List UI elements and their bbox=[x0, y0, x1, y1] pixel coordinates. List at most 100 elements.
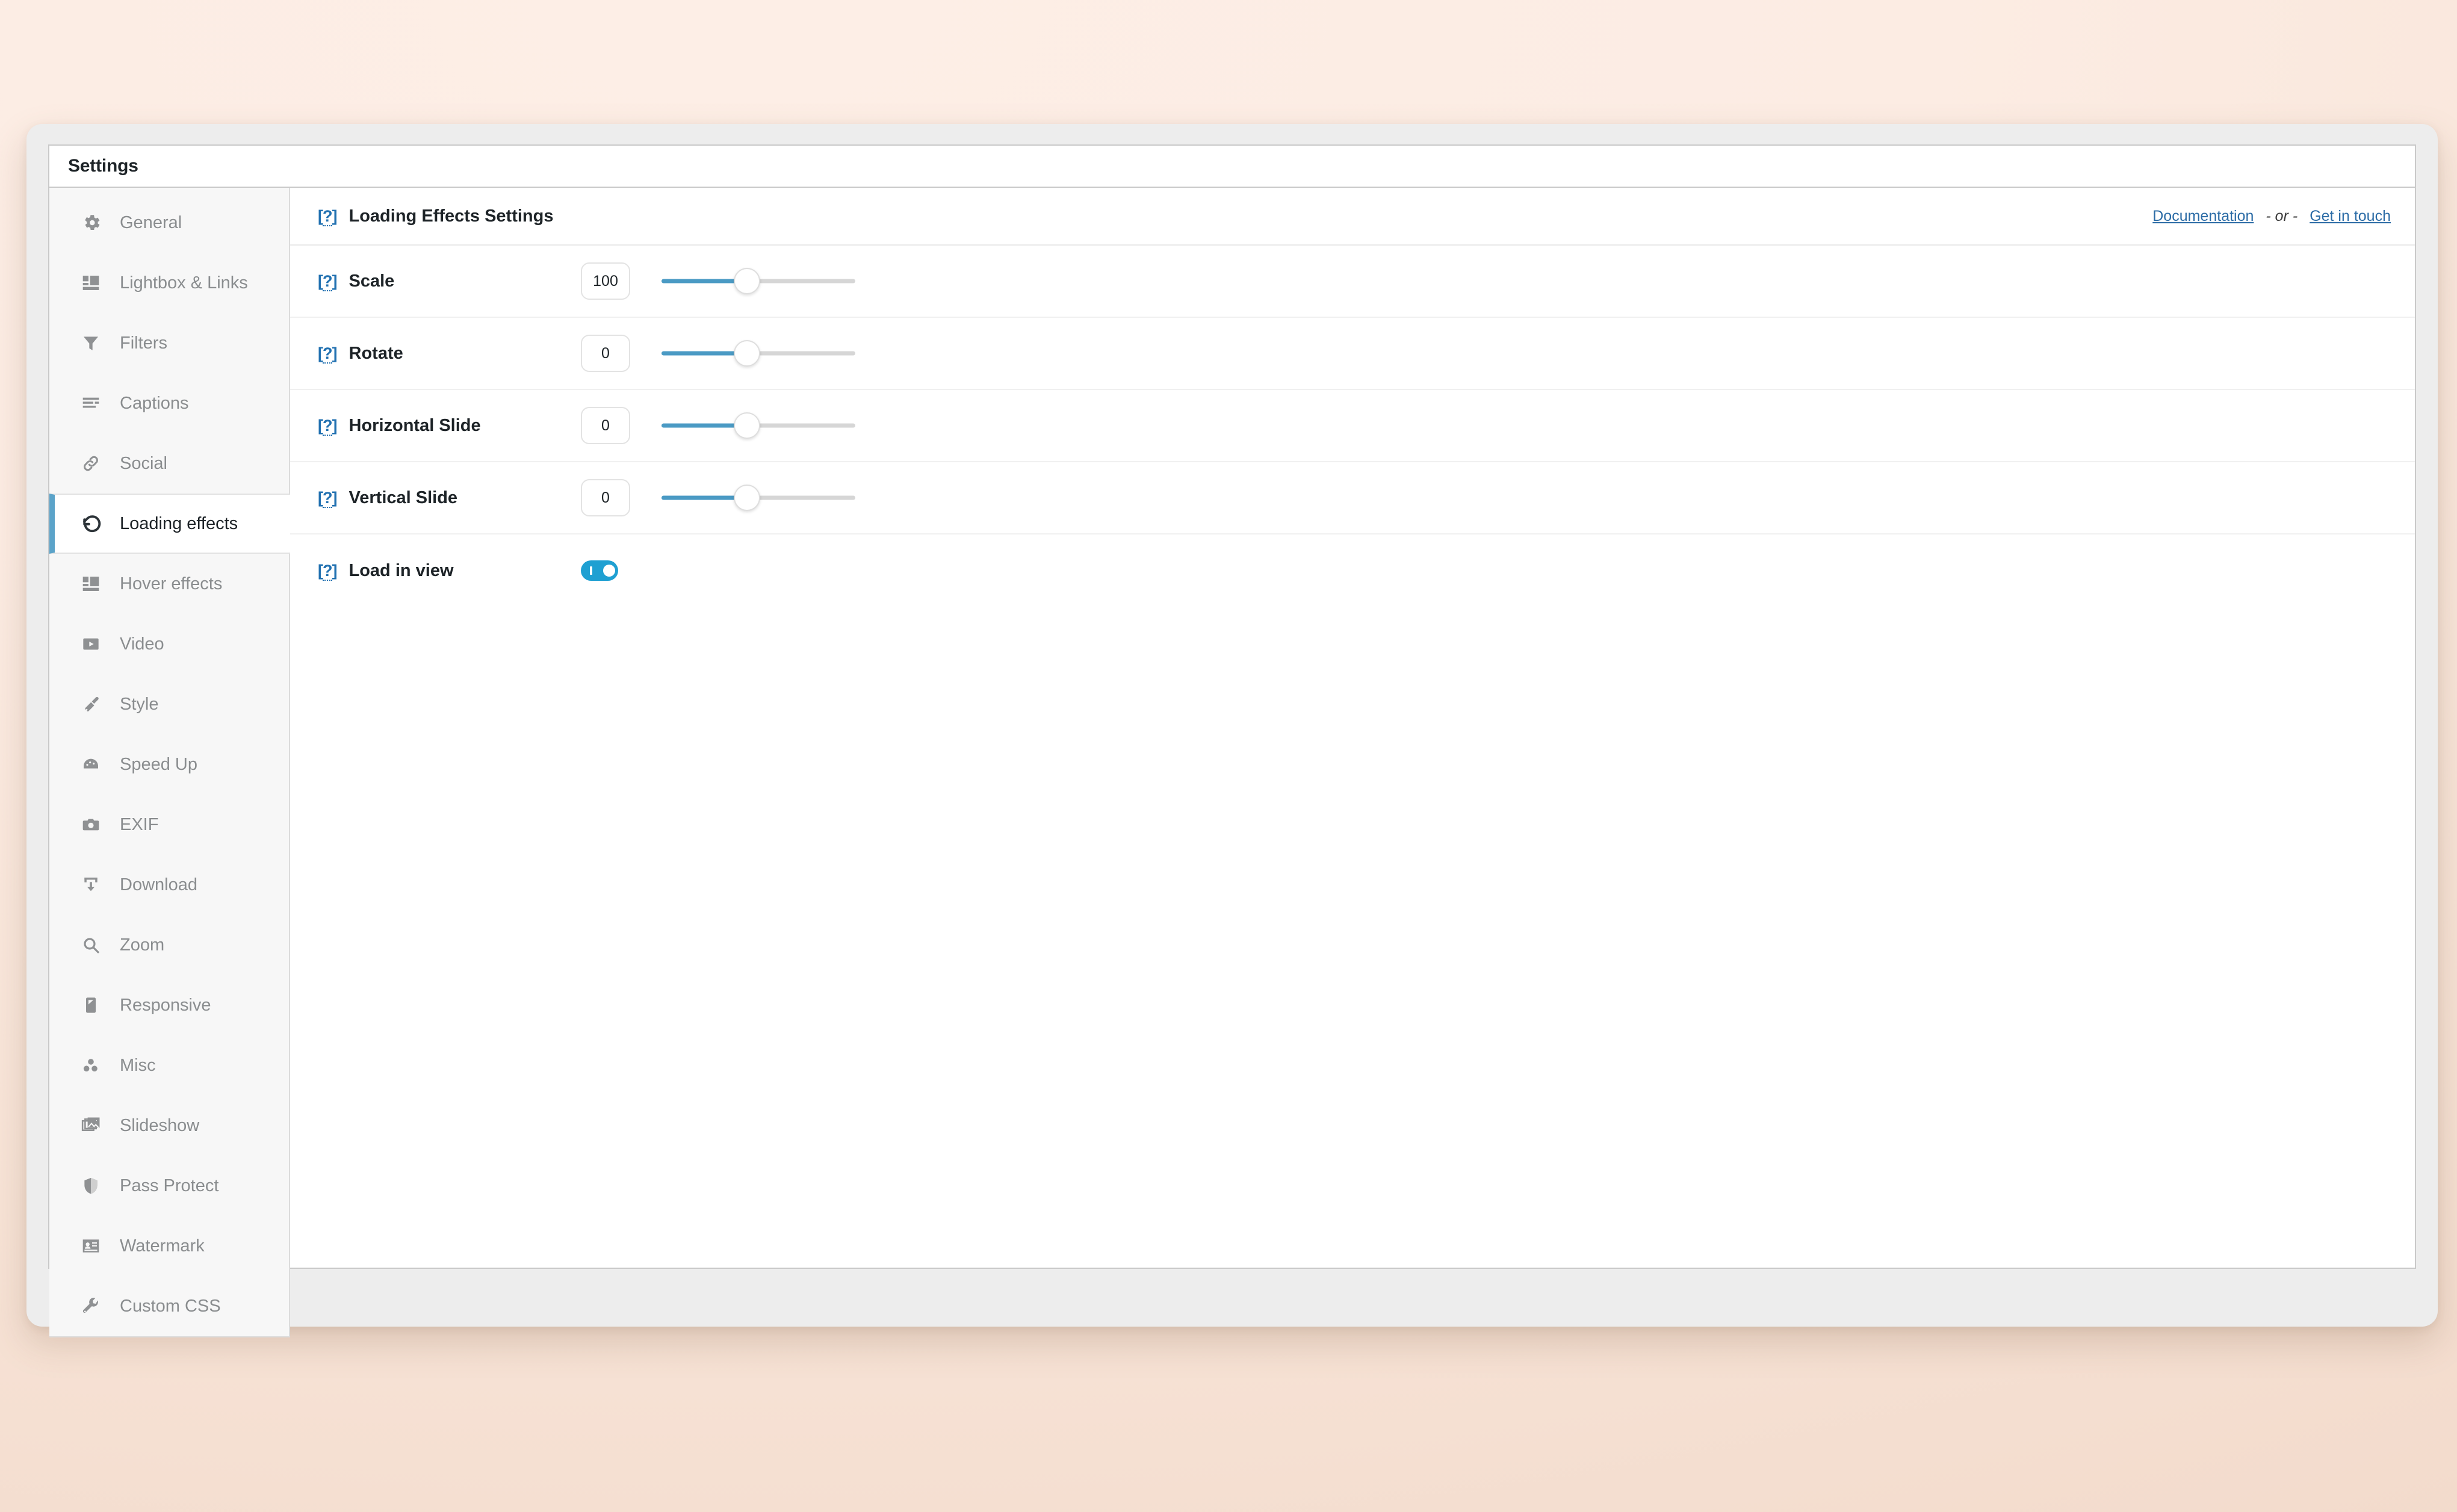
content-header-row: [?] Loading Effects Settings Documentati… bbox=[290, 188, 2415, 246]
sidebar-item-responsive[interactable]: Responsive bbox=[49, 975, 289, 1035]
sidebar-item-label: Social bbox=[120, 453, 167, 473]
vertical-slide-input[interactable] bbox=[581, 479, 630, 516]
setting-row-load-in-view: [?] Load in view bbox=[290, 534, 2415, 607]
setting-label: Rotate bbox=[349, 343, 403, 363]
sidebar-item-label: EXIF bbox=[120, 814, 159, 834]
sidebar-item-speed-up[interactable]: Speed Up bbox=[49, 734, 289, 795]
documentation-link[interactable]: Documentation bbox=[2152, 208, 2254, 225]
sidebar-item-hover-effects[interactable]: Hover effects bbox=[49, 554, 289, 614]
sidebar-item-watermark[interactable]: Watermark bbox=[49, 1216, 289, 1276]
scale-slider[interactable] bbox=[662, 264, 855, 298]
sidebar-item-filters[interactable]: Filters bbox=[49, 313, 289, 373]
help-icon[interactable]: [?] bbox=[318, 488, 337, 508]
gear-icon bbox=[81, 212, 108, 233]
sidebar-item-label: Responsive bbox=[120, 995, 211, 1015]
gauge-icon bbox=[81, 755, 108, 774]
id-card-icon bbox=[81, 1236, 108, 1256]
play-box-icon bbox=[81, 634, 108, 654]
camera-icon bbox=[81, 815, 108, 834]
setting-row-vertical-slide: [?] Vertical Slide bbox=[290, 462, 2415, 534]
setting-label: Vertical Slide bbox=[349, 488, 458, 507]
sidebar-item-slideshow[interactable]: Slideshow bbox=[49, 1095, 289, 1156]
images-stack-icon bbox=[81, 1115, 108, 1136]
sidebar-item-misc[interactable]: Misc bbox=[49, 1035, 289, 1095]
or-separator: - or - bbox=[2266, 207, 2298, 225]
horizontal-slide-input[interactable] bbox=[581, 407, 630, 444]
toggle-knob bbox=[603, 565, 615, 577]
help-icon[interactable]: [?] bbox=[318, 271, 337, 291]
sidebar-item-label: Loading effects bbox=[120, 513, 238, 533]
sidebar-item-label: Lightbox & Links bbox=[120, 273, 248, 293]
app-window: Settings General Lightbox & Links Filter… bbox=[26, 124, 2438, 1337]
sidebar-item-pass-protect[interactable]: Pass Protect bbox=[49, 1156, 289, 1216]
sidebar-item-label: Filters bbox=[120, 333, 167, 353]
vertical-slide-slider[interactable] bbox=[662, 481, 855, 515]
text-lines-icon bbox=[81, 394, 108, 413]
horizontal-slide-slider[interactable] bbox=[662, 409, 855, 442]
toggle-on-bar bbox=[590, 566, 592, 575]
setting-label: Scale bbox=[349, 271, 395, 291]
get-in-touch-link[interactable]: Get in touch bbox=[2310, 208, 2391, 225]
sidebar-item-style[interactable]: Style bbox=[49, 674, 289, 734]
sidebar-item-label: Speed Up bbox=[120, 754, 197, 774]
layout-icon bbox=[81, 273, 108, 293]
section-title: Loading Effects Settings bbox=[349, 206, 554, 226]
funnel-icon bbox=[81, 333, 108, 353]
settings-content: [?] Loading Effects Settings Documentati… bbox=[290, 188, 2415, 1268]
help-icon[interactable]: [?] bbox=[318, 344, 337, 364]
shield-icon bbox=[81, 1176, 108, 1195]
sidebar-item-label: Style bbox=[120, 694, 159, 714]
rotate-slider[interactable] bbox=[662, 336, 855, 370]
sidebar-item-label: Custom CSS bbox=[120, 1296, 221, 1316]
sidebar-item-label: Video bbox=[120, 634, 164, 654]
sidebar-item-label: Pass Protect bbox=[120, 1176, 219, 1195]
setting-label: Load in view bbox=[349, 560, 454, 580]
sidebar-item-label: Download bbox=[120, 875, 197, 894]
sidebar-item-label: Hover effects bbox=[120, 574, 223, 593]
slider-thumb[interactable] bbox=[733, 340, 760, 367]
sidebar-item-general[interactable]: General bbox=[49, 193, 289, 253]
layout-icon bbox=[81, 574, 108, 593]
sidebar-item-exif[interactable]: EXIF bbox=[49, 795, 289, 855]
setting-label: Horizontal Slide bbox=[349, 415, 481, 435]
paint-brush-icon bbox=[81, 695, 108, 714]
slider-thumb[interactable] bbox=[733, 412, 760, 439]
load-in-view-toggle[interactable] bbox=[581, 560, 618, 581]
settings-sidebar: General Lightbox & Links Filters Caption… bbox=[49, 188, 290, 1337]
slider-thumb[interactable] bbox=[733, 485, 760, 511]
settings-panel: Settings General Lightbox & Links Filter… bbox=[48, 144, 2416, 1337]
help-icon[interactable]: [?] bbox=[318, 561, 337, 581]
sidebar-item-custom-css[interactable]: Custom CSS bbox=[49, 1276, 289, 1336]
help-icon[interactable]: [?] bbox=[318, 206, 337, 226]
sidebar-item-zoom[interactable]: Zoom bbox=[49, 915, 289, 975]
mobile-icon bbox=[81, 996, 108, 1015]
sidebar-item-video[interactable]: Video bbox=[49, 614, 289, 674]
sidebar-item-label: General bbox=[120, 212, 182, 232]
setting-row-rotate: [?] Rotate bbox=[290, 318, 2415, 390]
download-icon bbox=[81, 875, 108, 894]
sidebar-item-social[interactable]: Social bbox=[49, 433, 289, 494]
wrench-icon bbox=[81, 1297, 108, 1316]
sidebar-item-label: Watermark bbox=[120, 1236, 205, 1256]
dots-cluster-icon bbox=[81, 1056, 108, 1075]
sidebar-item-captions[interactable]: Captions bbox=[49, 373, 289, 433]
sidebar-item-lightbox-links[interactable]: Lightbox & Links bbox=[49, 253, 289, 313]
scale-input[interactable] bbox=[581, 262, 630, 300]
setting-row-horizontal-slide: [?] Horizontal Slide bbox=[290, 390, 2415, 462]
panel-titlebar: Settings bbox=[49, 146, 2415, 188]
page-title: Settings bbox=[68, 156, 138, 176]
help-icon[interactable]: [?] bbox=[318, 416, 337, 436]
link-icon bbox=[81, 454, 108, 473]
slider-thumb[interactable] bbox=[733, 268, 760, 294]
setting-row-scale: [?] Scale bbox=[290, 246, 2415, 318]
sidebar-item-loading-effects[interactable]: Loading effects bbox=[49, 494, 290, 554]
sidebar-item-label: Captions bbox=[120, 393, 189, 413]
sidebar-item-download[interactable]: Download bbox=[49, 855, 289, 915]
rotate-input[interactable] bbox=[581, 335, 630, 372]
rotate-ccw-icon bbox=[81, 513, 108, 534]
magnifier-icon bbox=[81, 935, 108, 955]
sidebar-item-label: Misc bbox=[120, 1055, 156, 1075]
sidebar-item-label: Slideshow bbox=[120, 1115, 200, 1135]
panel-body: General Lightbox & Links Filters Caption… bbox=[49, 188, 2415, 1337]
sidebar-item-label: Zoom bbox=[120, 935, 165, 955]
